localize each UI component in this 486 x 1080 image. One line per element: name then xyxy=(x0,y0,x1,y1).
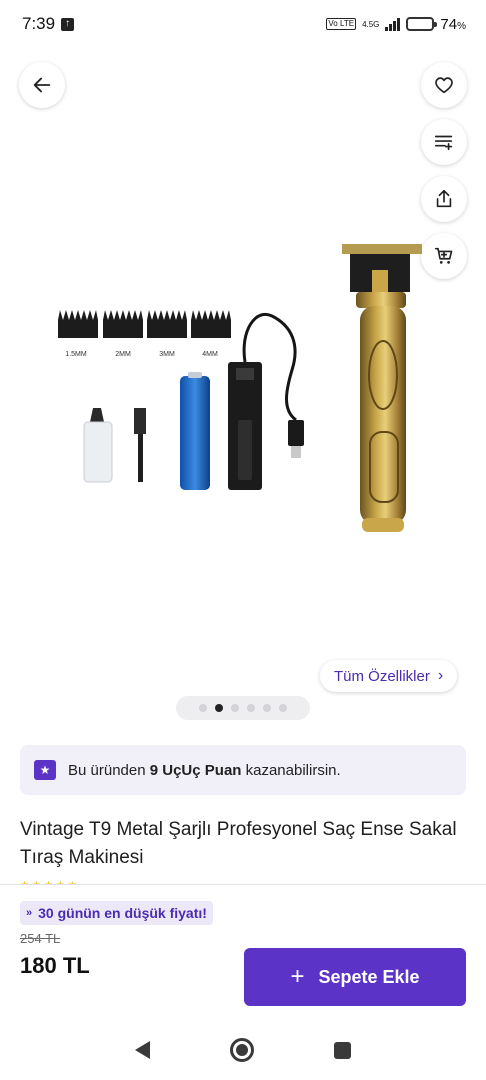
pagination-dot[interactable] xyxy=(199,704,207,712)
arrow-left-icon xyxy=(33,77,51,93)
pagination-dot[interactable] xyxy=(263,704,271,712)
nav-home-icon[interactable] xyxy=(230,1038,254,1062)
add-to-cart-label: Sepete Ekle xyxy=(318,966,420,987)
gallery-pagination xyxy=(176,696,310,720)
network-type: 4.5G xyxy=(362,19,380,29)
pagination-dot[interactable] xyxy=(247,704,255,712)
product-photo: 1.5MM 2MM 3MM 4MM xyxy=(58,244,422,532)
double-chevron-down-icon: » xyxy=(26,907,33,919)
cleaning-brush xyxy=(134,408,146,482)
comb-guards: 1.5MM 2MM 3MM 4MM xyxy=(58,310,231,358)
star-badge-icon: ★ xyxy=(34,760,56,780)
product-title: Vintage T9 Metal Şarjlı Profesyonel Saç … xyxy=(20,819,457,868)
trimmer xyxy=(342,244,422,532)
all-features-label: Tüm Özellikler xyxy=(334,667,430,685)
comb-label: 2MM xyxy=(115,351,131,358)
status-bar: 7:39 ↑ Vo LTE 4.5G 74% xyxy=(0,0,486,48)
status-time: 7:39 xyxy=(22,14,56,33)
favorite-button[interactable] xyxy=(421,62,467,108)
nav-back-icon[interactable] xyxy=(135,1041,150,1059)
current-price: 180 TL xyxy=(20,953,90,978)
battery-percent: 74% xyxy=(440,15,466,33)
upload-notification-icon: ↑ xyxy=(61,17,75,31)
nav-recent-apps-icon[interactable] xyxy=(334,1041,351,1059)
lowest-price-badge: » 30 günün en düşük fiyatı! xyxy=(20,901,213,925)
battery-icon xyxy=(406,17,438,31)
bottom-bar: » 30 günün en düşük fiyatı! 254 TL 180 T… xyxy=(0,884,486,1020)
system-nav-bar xyxy=(0,1020,486,1080)
points-banner: ★ Bu üründen 9 UçUç Puan kazanabilirsin. xyxy=(20,745,466,795)
comb-label: 4MM xyxy=(202,351,218,358)
points-text: Bu üründen 9 UçUç Puan kazanabilirsin. xyxy=(68,761,341,779)
pagination-dot[interactable] xyxy=(231,704,239,712)
heart-icon xyxy=(435,77,453,94)
plus-icon: + xyxy=(290,963,305,990)
back-button[interactable] xyxy=(19,62,65,108)
signal-icon xyxy=(385,17,401,31)
battery-charger xyxy=(228,312,304,490)
pagination-dot[interactable] xyxy=(279,704,287,712)
volte-indicator: Vo LTE xyxy=(326,18,357,30)
comb-label: 3MM xyxy=(159,351,175,358)
product-image[interactable]: 1.5MM 2MM 3MM 4MM xyxy=(0,120,486,680)
lowest-price-text: 30 günün en düşük fiyatı! xyxy=(38,905,207,921)
pagination-dot[interactable] xyxy=(215,704,223,712)
add-to-cart-button[interactable]: + Sepete Ekle xyxy=(244,948,466,1006)
old-price: 254 TL xyxy=(20,931,61,946)
oil-bottle xyxy=(83,408,113,483)
comb-label: 1.5MM xyxy=(65,351,87,358)
chevron-right-icon: › xyxy=(437,667,444,684)
all-features-button[interactable]: Tüm Özellikler › xyxy=(320,660,458,692)
battery-cell xyxy=(180,372,210,490)
